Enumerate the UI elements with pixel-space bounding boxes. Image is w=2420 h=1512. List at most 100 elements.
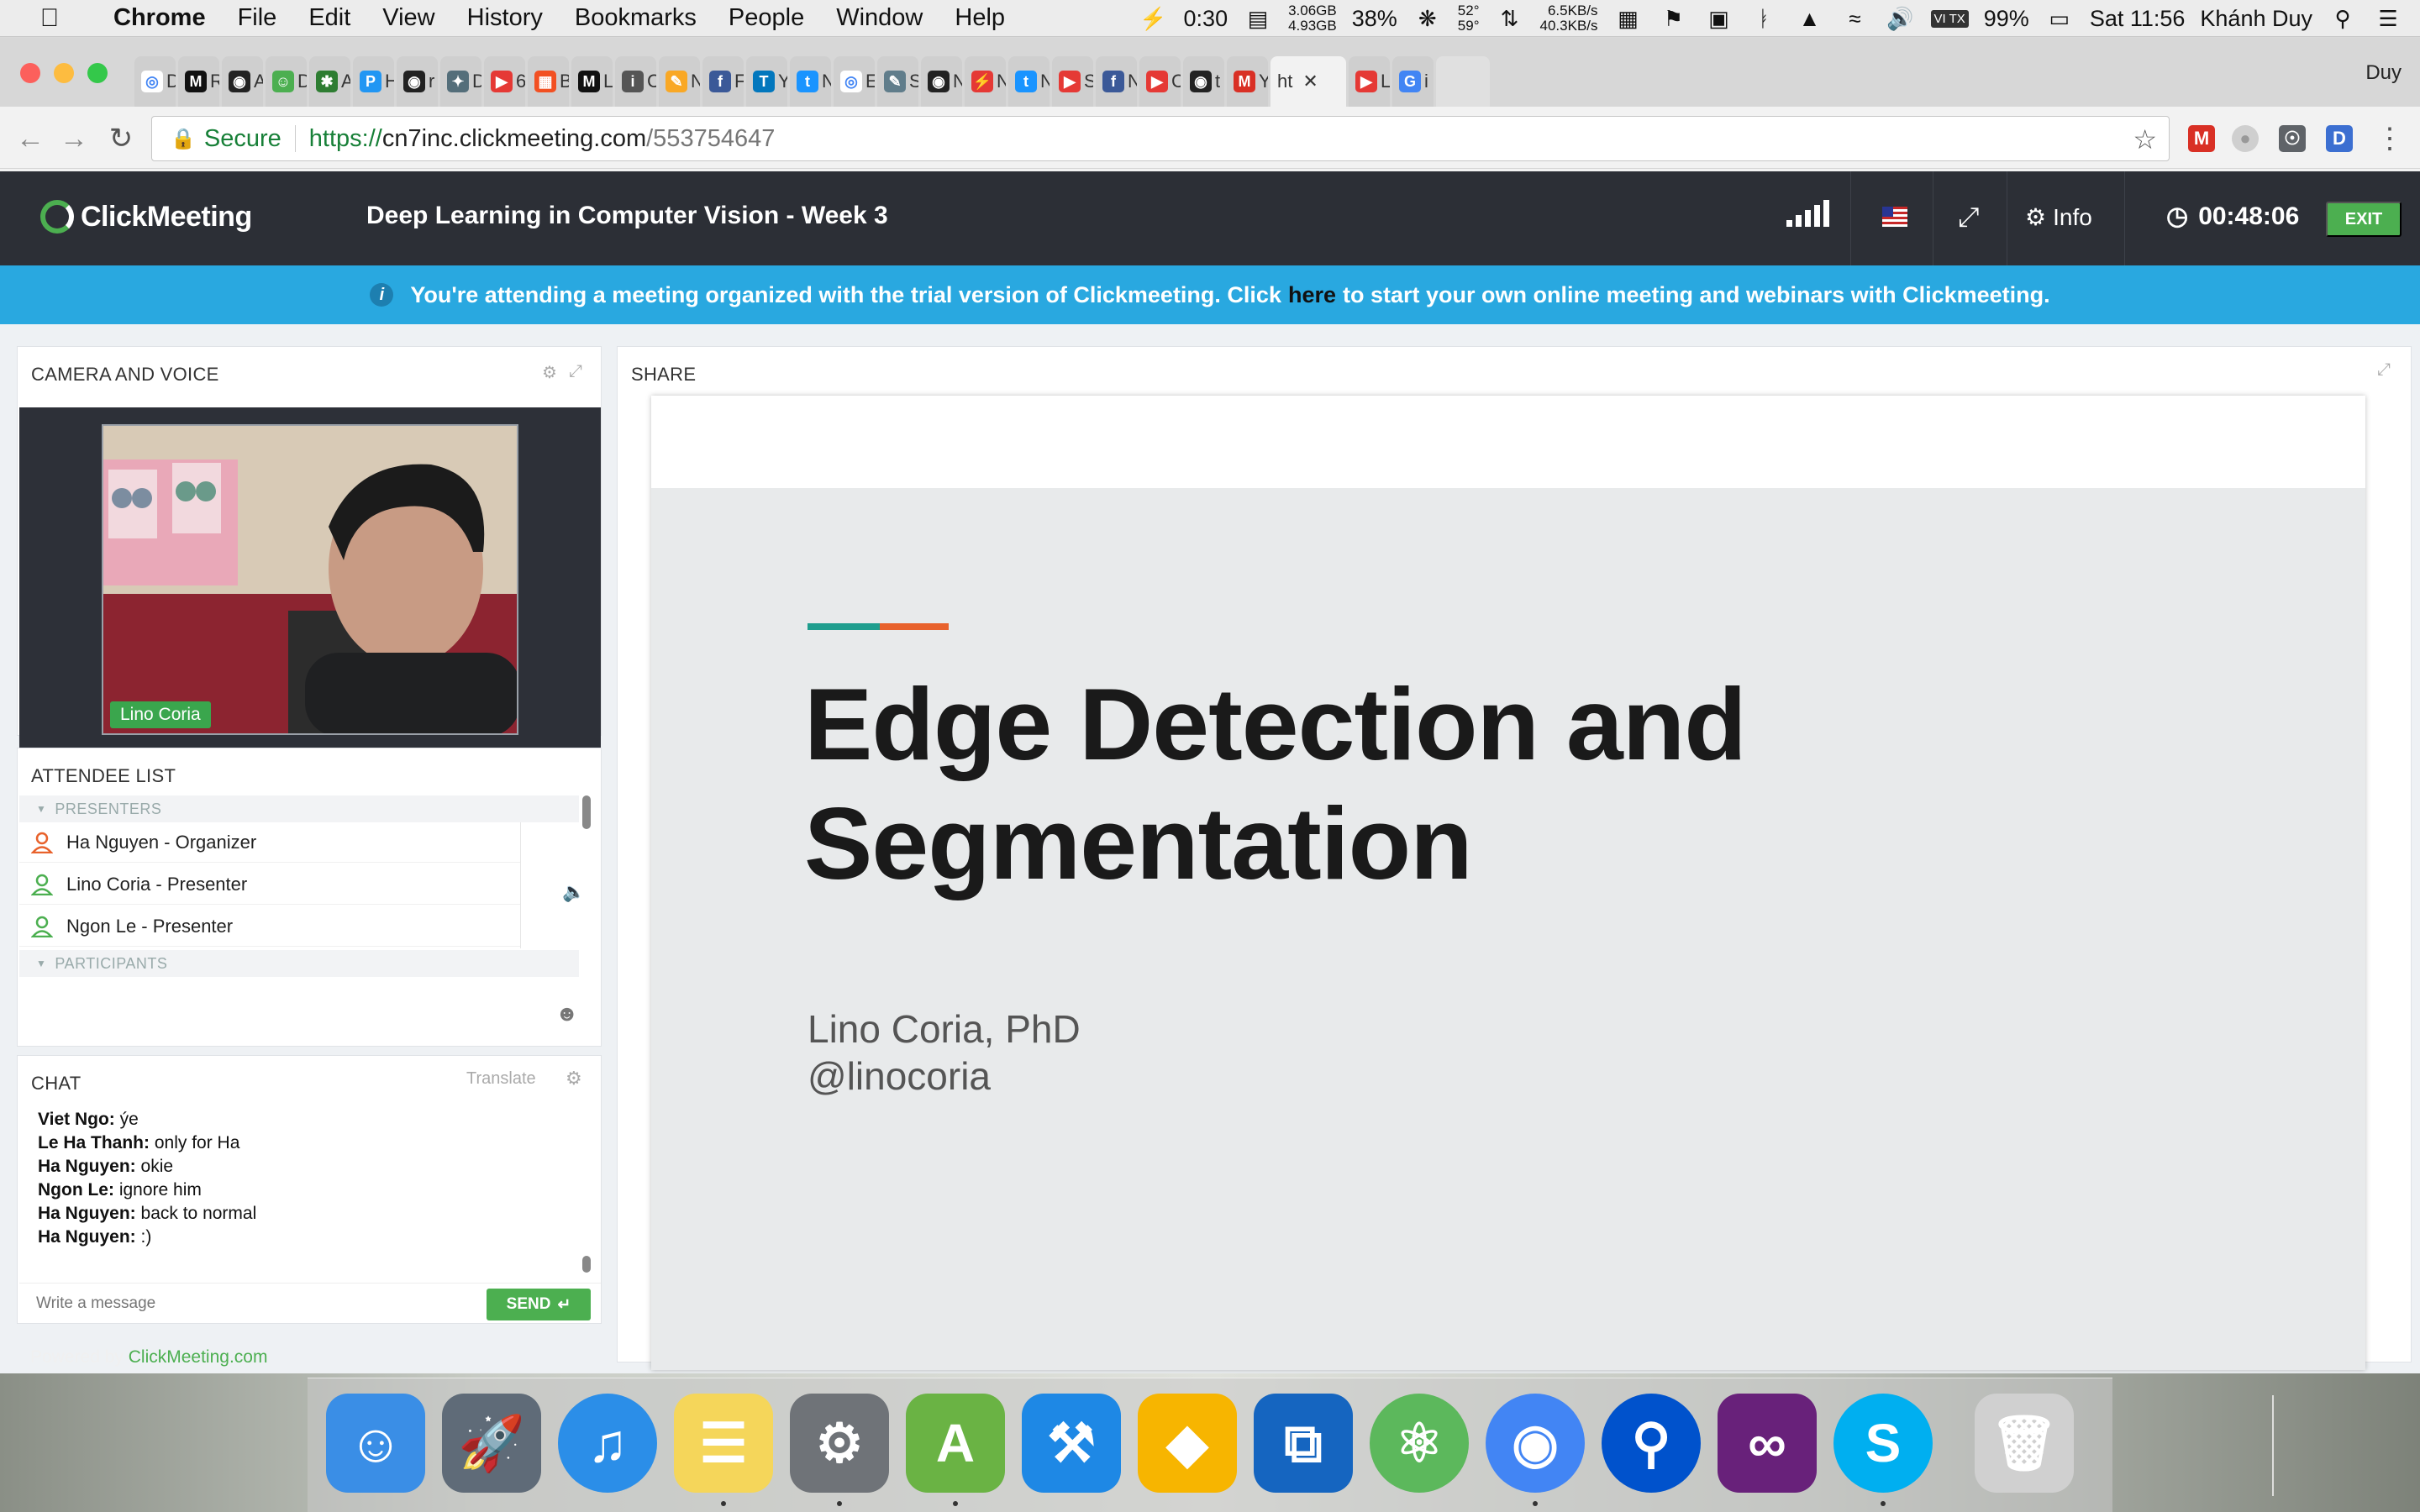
cpu-percent[interactable]: 38%: [1352, 6, 1397, 32]
menu-history[interactable]: History: [451, 4, 559, 32]
browser-tab[interactable]: ✦ D: [440, 56, 481, 107]
send-button[interactable]: SEND ↵: [487, 1289, 591, 1320]
memory-readout[interactable]: 3.06GB 4.93GB: [1288, 3, 1337, 34]
network-readout[interactable]: 6.5KB/s 40.3KB/s: [1540, 3, 1598, 34]
temperature-readout[interactable]: 52° 59°: [1458, 3, 1480, 34]
chat-settings-icon[interactable]: ⚙: [566, 1068, 582, 1089]
browser-tab[interactable]: ML: [571, 56, 613, 107]
input-language[interactable]: VI TX: [1930, 9, 1969, 28]
tab-active[interactable]: ht ✕: [1270, 56, 1346, 107]
xcode-icon[interactable]: ⚒: [1022, 1394, 1121, 1493]
info-button[interactable]: ⚙ Info: [2025, 203, 2092, 231]
bookmark-star-icon[interactable]: ☆: [2133, 123, 2157, 155]
browser-tab[interactable]: ✎ N: [659, 56, 700, 107]
finder-icon[interactable]: ☺: [326, 1394, 425, 1493]
us-flag-icon[interactable]: [1882, 207, 1907, 227]
menu-edit[interactable]: Edit: [292, 4, 366, 32]
presenter-video[interactable]: Lino Coria: [102, 424, 518, 735]
battery-icon[interactable]: ▭: [2044, 6, 2075, 31]
fullscreen-icon[interactable]: ⤢: [1958, 202, 1980, 234]
menu-view[interactable]: View: [366, 4, 450, 32]
attendee-row[interactable]: Ngon Le - Presenter: [19, 906, 520, 947]
browser-tab[interactable]: tN: [790, 56, 831, 107]
share-expand-icon[interactable]: ⤢: [2377, 360, 2391, 380]
browser-tab[interactable]: ◎ D: [134, 56, 176, 107]
powered-by-brand-link[interactable]: ClickMeeting.com: [129, 1347, 268, 1367]
trash-icon[interactable]: 🗑: [1975, 1394, 2074, 1493]
user-name[interactable]: Khánh Duy: [2200, 6, 2312, 32]
browser-tab[interactable]: ✱ A: [309, 56, 350, 107]
speaker-icon[interactable]: 🔈: [562, 881, 585, 903]
browser-tab[interactable]: ✎ S: [877, 56, 918, 107]
volume-icon[interactable]: 🔊: [1886, 6, 1916, 31]
notification-center-icon[interactable]: ☰: [2373, 6, 2403, 31]
browser-tab[interactable]: TY: [746, 56, 787, 107]
presenters-group-header[interactable]: ▼ PRESENTERS: [19, 795, 579, 822]
apple-menu-icon[interactable]: : [35, 4, 64, 33]
signal-strength-icon[interactable]: [1786, 200, 1829, 227]
reload-icon[interactable]: ↻: [104, 122, 138, 155]
lightbulb-extension-icon[interactable]: ☉: [2279, 125, 2306, 152]
gmail-extension-icon[interactable]: M: [2188, 125, 2215, 152]
gear-icon[interactable]: ⚙: [790, 1394, 889, 1493]
browser-tab[interactable]: ▶ S: [1052, 56, 1093, 107]
banner-here-link[interactable]: here: [1288, 282, 1336, 308]
notes-icon[interactable]: ☰: [674, 1394, 773, 1493]
battery-time[interactable]: 0:30: [1184, 6, 1228, 32]
browser-tab[interactable]: ◉ N: [921, 56, 962, 107]
browser-tab[interactable]: ◉ A: [222, 56, 263, 107]
sourcetree-icon[interactable]: ⚲: [1602, 1394, 1701, 1493]
browser-tab[interactable]: fF: [702, 56, 744, 107]
chrome-menu-icon[interactable]: ⋮: [2373, 122, 2407, 155]
battery-bolt-icon[interactable]: ⚡: [1139, 6, 1169, 31]
browser-tab[interactable]: Gi: [1392, 56, 1434, 107]
back-arrow-icon[interactable]: ←: [13, 122, 47, 155]
menu-app-name[interactable]: Chrome: [97, 4, 222, 32]
skype-icon[interactable]: S: [1833, 1394, 1933, 1493]
browser-tab[interactable]: ◉ t: [1183, 56, 1224, 107]
close-window-button[interactable]: [20, 63, 40, 83]
camera-settings-icon[interactable]: ⚙: [542, 362, 557, 383]
android-studio-icon[interactable]: A: [906, 1394, 1005, 1493]
browser-tab[interactable]: MR: [178, 56, 219, 107]
chrome-icon[interactable]: ◉: [1486, 1394, 1585, 1493]
browser-tab[interactable]: MY: [1227, 56, 1268, 107]
spotlight-search-icon[interactable]: ⚲: [2328, 6, 2358, 31]
airplay-icon[interactable]: ▲: [1795, 6, 1825, 31]
atom-icon[interactable]: ⚛: [1370, 1394, 1469, 1493]
browser-tab[interactable]: ⚡ N: [965, 56, 1006, 107]
music-icon[interactable]: ♫: [558, 1394, 657, 1493]
zoom-window-button[interactable]: [87, 63, 108, 83]
browser-tab[interactable]: ◎ E: [834, 56, 875, 107]
menu-people[interactable]: People: [713, 4, 820, 32]
profile-name[interactable]: Duy: [2365, 61, 2402, 85]
sketch-icon[interactable]: ◆: [1138, 1394, 1237, 1493]
exit-button[interactable]: EXIT: [2326, 202, 2402, 237]
disk-icon[interactable]: ▦: [1613, 6, 1644, 31]
browser-tab[interactable]: ◉ r: [397, 56, 438, 107]
extension-circle-icon[interactable]: ●: [2232, 125, 2259, 152]
browser-tab[interactable]: fN: [1096, 56, 1137, 107]
browser-tab[interactable]: ☺ D: [266, 56, 307, 107]
browser-tab[interactable]: ▶ C: [1139, 56, 1181, 107]
attendee-scrollbar[interactable]: [582, 795, 591, 829]
clickmeeting-logo[interactable]: ClickMeeting: [40, 200, 252, 234]
camera-expand-icon[interactable]: ⤢: [569, 362, 582, 381]
chat-scrollbar[interactable]: [582, 1256, 591, 1273]
browser-tab[interactable]: ▶ 6: [484, 56, 525, 107]
new-tab-button[interactable]: [1436, 56, 1490, 107]
fan-icon[interactable]: ❋: [1413, 6, 1443, 31]
vmware-icon[interactable]: ⧉: [1254, 1394, 1353, 1493]
memory-meter-icon[interactable]: ▤: [1243, 6, 1273, 31]
menu-window[interactable]: Window: [820, 4, 939, 32]
chat-message-input[interactable]: [36, 1289, 473, 1319]
browser-tab[interactable]: ▶ L: [1349, 56, 1390, 107]
attendee-row[interactable]: Lino Coria - Presenter: [19, 864, 520, 905]
network-arrows-icon[interactable]: ⇅: [1495, 6, 1525, 31]
minimize-window-button[interactable]: [54, 63, 74, 83]
d-extension-icon[interactable]: D: [2326, 125, 2353, 152]
browser-tab[interactable]: tN: [1008, 56, 1050, 107]
visual-studio-icon[interactable]: ∞: [1718, 1394, 1817, 1493]
emoji-icon[interactable]: ☻: [555, 1000, 578, 1026]
browser-tab[interactable]: iC: [615, 56, 656, 107]
